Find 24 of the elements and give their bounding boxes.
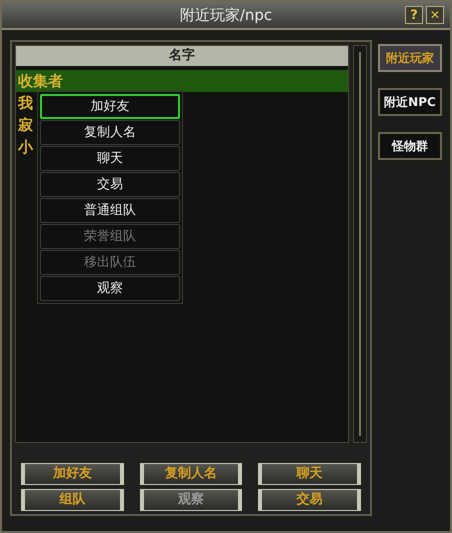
side-tab[interactable]: 附近NPC <box>378 88 442 116</box>
action-button[interactable]: 聊天 <box>258 463 361 485</box>
menu-item[interactable]: 加好友 <box>40 94 180 119</box>
menu-item[interactable]: 观察 <box>40 276 180 301</box>
action-button[interactable]: 复制人名 <box>140 463 242 485</box>
action-button[interactable]: 加好友 <box>21 463 124 485</box>
player-name[interactable]: 我 <box>18 92 33 114</box>
close-button[interactable]: ✕ <box>426 6 444 24</box>
side-tab[interactable]: 附近玩家 <box>378 44 442 72</box>
menu-item[interactable]: 聊天 <box>40 146 180 171</box>
player-name[interactable]: 小 <box>18 136 33 158</box>
selected-row[interactable]: 收集者 <box>16 70 348 92</box>
player-name[interactable]: 收集者 <box>18 70 63 92</box>
action-button[interactable]: 交易 <box>258 489 361 511</box>
menu-item[interactable]: 复制人名 <box>40 120 180 145</box>
player-name[interactable]: 寂 <box>18 114 33 136</box>
menu-item[interactable]: 普通组队 <box>40 198 180 223</box>
help-button[interactable]: ? <box>405 6 423 24</box>
side-tab[interactable]: 怪物群 <box>378 132 442 160</box>
scrollbar[interactable] <box>353 45 367 443</box>
menu-item[interactable]: 交易 <box>40 172 180 197</box>
column-header: 名字 <box>16 46 348 66</box>
window-title: 附近玩家/npc <box>180 4 272 26</box>
action-button[interactable]: 组队 <box>21 489 124 511</box>
